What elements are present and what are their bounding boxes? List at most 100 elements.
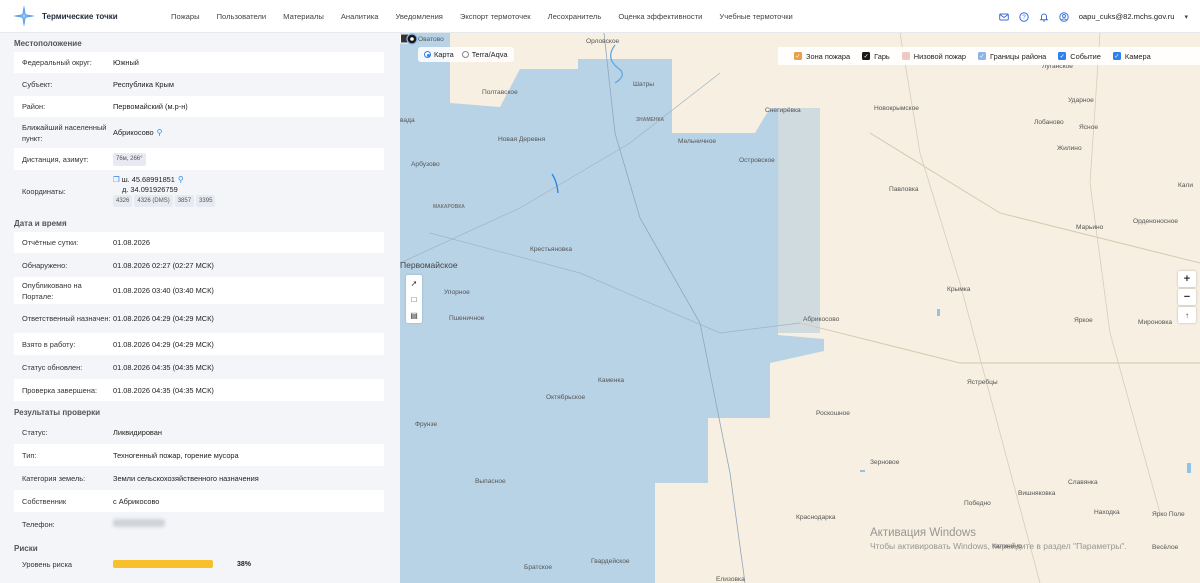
radio-dot[interactable] [424, 51, 431, 58]
road [869, 132, 1200, 264]
help-icon[interactable]: ? [1018, 11, 1029, 22]
checkbox[interactable]: ✓ [1058, 52, 1067, 60]
checkbox[interactable] [901, 52, 910, 60]
checkbox[interactable]: ✓ [978, 52, 987, 60]
compass-star-icon [13, 5, 35, 27]
row-detected: Обнаружено: 01.08.2026 02:27 (02:27 МСК) [14, 254, 384, 276]
nav-materials[interactable]: Материалы [283, 12, 324, 21]
legend-label: Гарь [874, 51, 890, 61]
results-rows: Статус: Ликвидирован Тип: Техногенный по… [14, 421, 384, 535]
map-view[interactable]: Оватово Орловское Шатры Полтавское Снеги… [400, 33, 1200, 583]
place-label: Краснодарка [796, 514, 836, 521]
legend-fire-zone[interactable]: ✓ Зона пожара [794, 52, 850, 61]
place-label: Шатры [633, 81, 654, 88]
legend-event[interactable]: ✓ Событие [1058, 52, 1101, 61]
copy-icon[interactable]: ❐ [113, 175, 120, 184]
map-pin-icon[interactable]: ⚲ [157, 128, 163, 137]
place-label: Гвардейское [591, 558, 630, 565]
field-value: Первомайский (м.р-н) [113, 102, 188, 111]
section-results-title: Результаты проверки [14, 407, 101, 417]
layer-radio-map[interactable]: Карта [424, 50, 454, 59]
mail-icon[interactable] [998, 12, 1009, 22]
watermark-title: Активация Windows [870, 527, 976, 539]
chevron-down-icon[interactable]: ▾ [1184, 13, 1188, 21]
field-label: Район: [22, 102, 46, 111]
crs-chip[interactable]: 3395 [196, 195, 216, 207]
nav-analytics[interactable]: Аналитика [341, 12, 379, 21]
row-published: Опубликовано на Портале: 01.08.2026 03:4… [14, 277, 384, 304]
place-label: Победно [964, 500, 991, 507]
field-value: Южный [113, 58, 139, 67]
nav-training-points[interactable]: Учебные термоточки [719, 12, 792, 21]
field-label: Ближайший населенный пункт: [22, 122, 107, 143]
field-value: Республика Крым [113, 80, 174, 89]
field-label: Ответственный назначен: [22, 314, 111, 323]
draw-polygon-icon[interactable]: □ [406, 291, 422, 307]
field-value: Ликвидирован [113, 427, 162, 437]
draw-line-icon[interactable]: ➚ [406, 275, 422, 291]
ruler-icon[interactable]: ▤ [406, 307, 422, 323]
nav-fires[interactable]: Пожары [171, 12, 200, 21]
thermal-point-marker[interactable] [400, 33, 418, 45]
row-district: Район: Первомайский (м.р-н) [14, 96, 384, 117]
field-value: с Абрикосово [113, 496, 160, 506]
draw-toolbar: ➚ □ ▤ [406, 275, 422, 323]
nav-export[interactable]: Экспорт термоточек [460, 12, 531, 21]
nav-efficiency[interactable]: Оценка эффективности [618, 12, 702, 21]
nav-notifications[interactable]: Уведомления [395, 12, 442, 21]
crs-chip[interactable]: 3857 [174, 195, 195, 207]
field-value: Техногенный пожар, горение мусора [113, 450, 239, 460]
place-label: Вишняковка [1018, 490, 1056, 497]
redacted-phone [113, 518, 165, 527]
field-label: Проверка завершена: [22, 385, 98, 395]
section-datetime-title: Дата и время [14, 218, 67, 228]
field-label: Статус: [22, 427, 48, 437]
user-email[interactable]: oapu_cuks@82.mchs.gov.ru [1079, 12, 1175, 21]
map-legend: ✓ Зона пожара ✓ Гарь Низовой пожар ✓ Границ… [778, 47, 1200, 65]
radio-dot[interactable] [461, 51, 469, 58]
field-label: Опубликовано на Портале: [22, 280, 82, 301]
checkbox[interactable]: ✓ [862, 52, 871, 60]
crs-chip[interactable]: 4326 [113, 195, 133, 207]
legend-district-borders[interactable]: ✓ Границы района [978, 52, 1046, 61]
north-arrow-icon[interactable]: ↑ [1178, 307, 1196, 323]
windows-activation-watermark: Активация Windows Чтобы активировать Win… [870, 527, 1127, 551]
legend-burn[interactable]: ✓ Гарь [862, 52, 890, 61]
nav-forest-keeper[interactable]: Лесохранитель [548, 12, 602, 21]
place-label: Ударное [1068, 97, 1094, 104]
field-value: 01.08.2026 03:40 (03:40 МСК) [113, 286, 214, 295]
field-label: Отчётные сутки: [22, 238, 79, 247]
place-label: Славянка [1068, 479, 1098, 486]
checkbox[interactable]: ✓ [794, 52, 802, 60]
row-status-updated: Статус обновлен: 01.08.2026 04:35 (04:35… [14, 356, 384, 378]
place-label: Мельничное [678, 138, 717, 145]
row-federal-district: Федеральный округ: Южный [14, 52, 384, 73]
place-label: Упорное [444, 289, 470, 296]
place-label: Яркое [1074, 317, 1093, 324]
nav-users[interactable]: Пользователи [217, 12, 267, 21]
crs-chip[interactable]: 4326 (DMS) [134, 195, 173, 207]
layer-radio-terra[interactable]: Terra/Aqva [461, 50, 508, 59]
zoom-in-button[interactable]: + [1178, 271, 1196, 287]
brand[interactable]: Термические точки [0, 4, 165, 28]
user-icon[interactable] [1058, 11, 1069, 22]
field-label: Тип: [22, 450, 37, 460]
field-label: Собственник [22, 496, 67, 506]
place-label: Каменка [598, 377, 625, 384]
base-layer-switch: Карта Terra/Aqva [418, 47, 514, 62]
bell-icon[interactable] [1039, 12, 1049, 22]
checkbox[interactable]: ✓ [1112, 52, 1121, 60]
map-pin-icon[interactable]: ⚲ [178, 175, 184, 184]
place-label: Кали [1178, 182, 1194, 189]
field-label: Категория земель: [22, 473, 86, 483]
main-nav: Пожары Пользователи Материалы Аналитика … [171, 0, 810, 33]
row-nearest-settlement: Ближайший населенный пункт: Абрикосово ⚲ [14, 118, 384, 147]
legend-camera[interactable]: ✓ Камера [1112, 52, 1151, 61]
legend-ground-fire[interactable]: Низовой пожар [901, 52, 966, 61]
datetime-rows: Отчётные сутки: 01.08.2026 Обнаружено: 0… [14, 232, 384, 401]
zoom-out-button[interactable]: − [1178, 289, 1196, 305]
place-label: Октябрьское [546, 394, 586, 401]
place-label: ЗНАМЕНКА [636, 117, 665, 123]
risk-rows: Уровень риска 38% [14, 557, 384, 571]
row-subject: Субъект: Республика Крым [14, 74, 384, 95]
